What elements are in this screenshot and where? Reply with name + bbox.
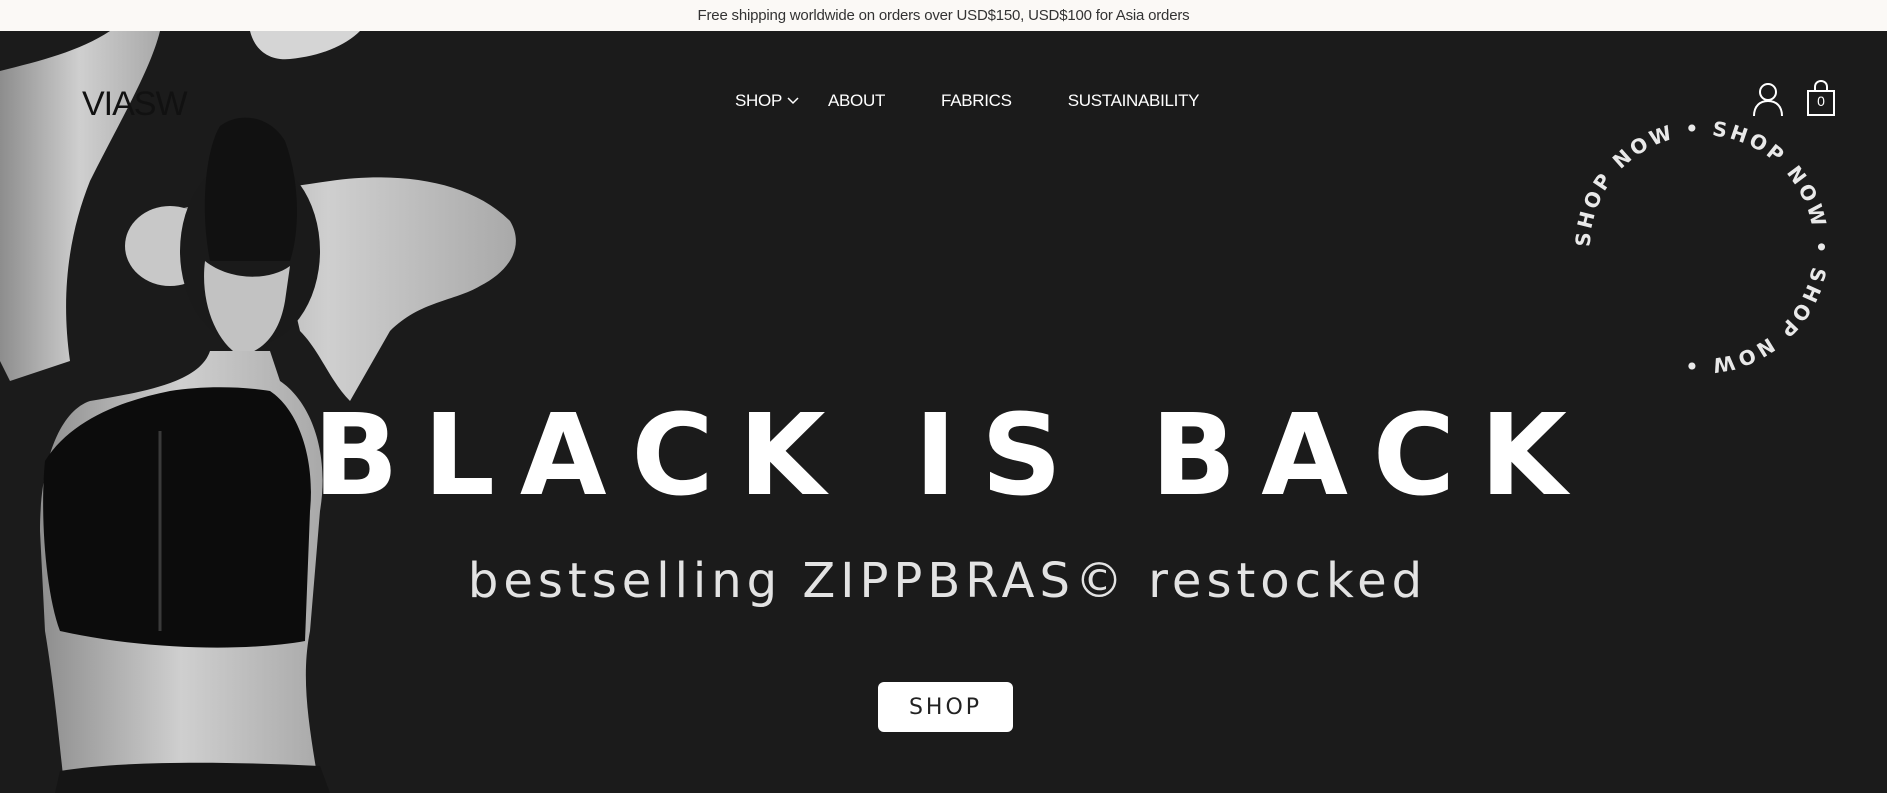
nav-shop[interactable]: SHOP (735, 91, 800, 111)
hero-banner: VIASW SHOP ABOUT FABRICS SUSTAINABILITY … (0, 31, 1887, 793)
nav-sustainability[interactable]: SUSTAINABILITY (1068, 91, 1200, 111)
hero-headline: BLACK IS BACK (313, 391, 1592, 521)
nav-shop-label: SHOP (735, 91, 782, 110)
announcement-text: Free shipping worldwide on orders over U… (697, 7, 1190, 24)
announcement-bar: Free shipping worldwide on orders over U… (0, 0, 1887, 31)
chevron-down-icon (787, 97, 799, 105)
nav-fabrics[interactable]: FABRICS (941, 91, 1012, 111)
hero-subheadline: bestselling ZIPPBRAS© restocked (467, 553, 1428, 609)
shop-now-circular-badge[interactable]: SHOP NOW • SHOP NOW • SHOP NOW • (1562, 107, 1842, 387)
badge-text: SHOP NOW • SHOP NOW • SHOP NOW • (1571, 116, 1833, 378)
main-nav: SHOP ABOUT FABRICS SUSTAINABILITY (735, 91, 1200, 111)
nav-about[interactable]: ABOUT (828, 91, 885, 111)
shop-button[interactable]: SHOP (878, 682, 1013, 732)
brand-logo[interactable]: VIASW (82, 85, 188, 124)
